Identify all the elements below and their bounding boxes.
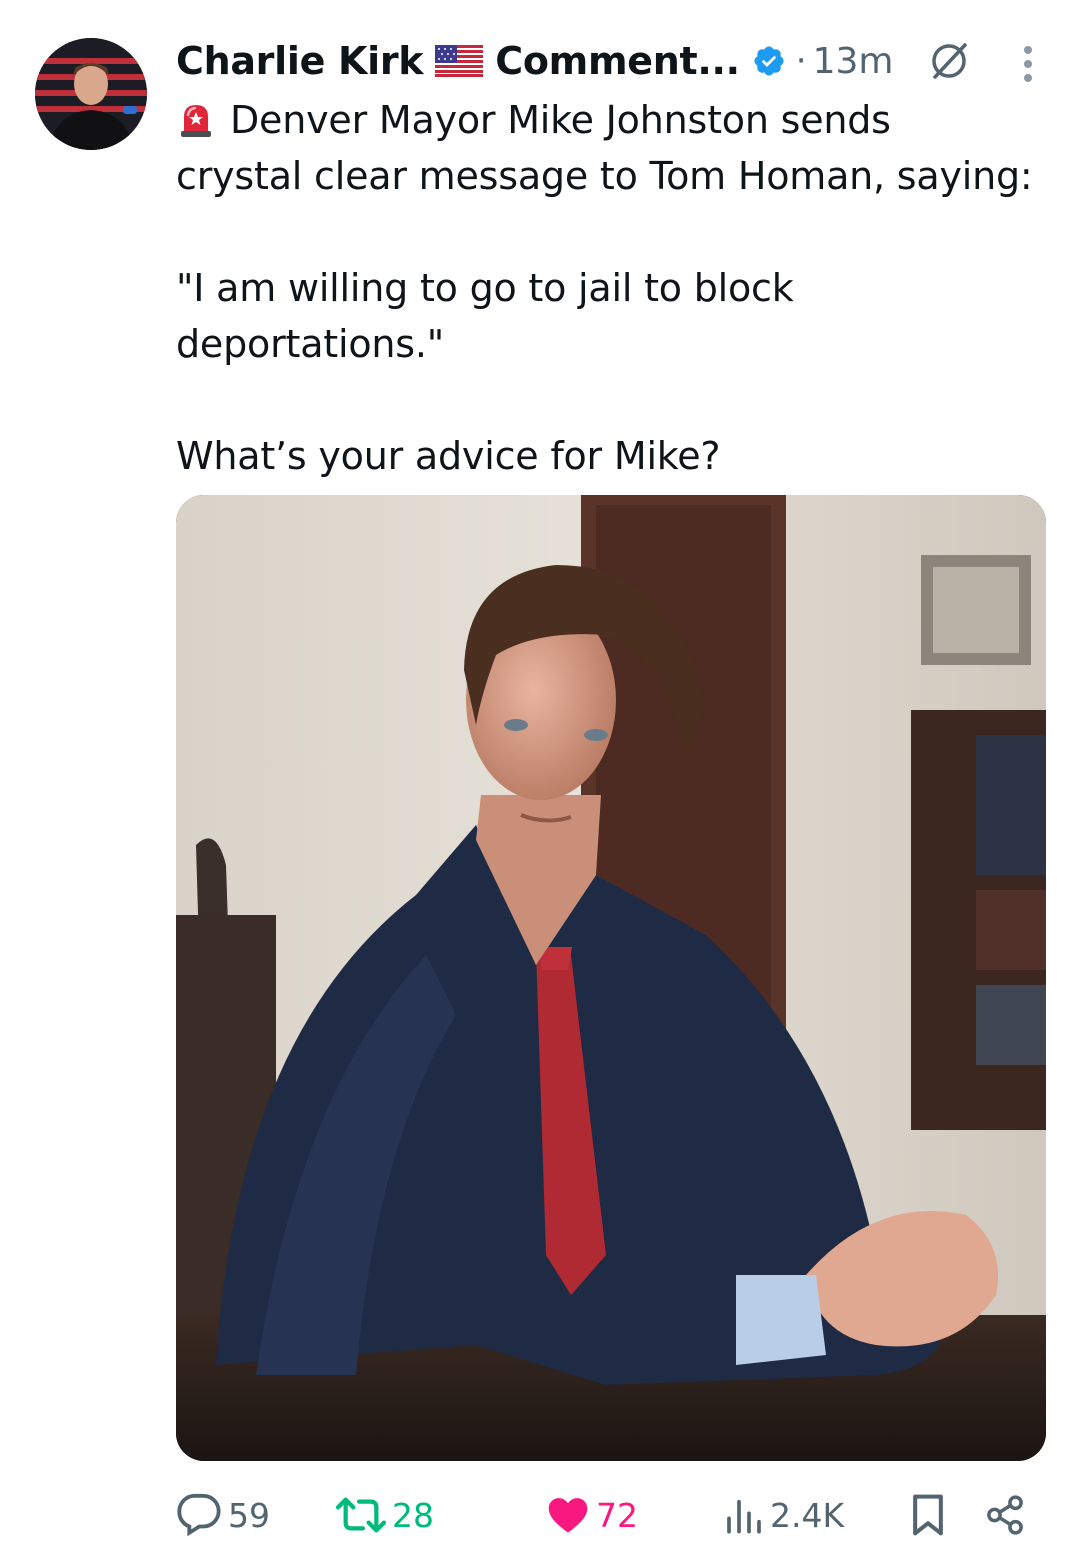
verified-badge-icon [752, 44, 786, 78]
view-count: 2.4K [770, 1495, 845, 1535]
share-button[interactable] [984, 1485, 1026, 1545]
views-icon [727, 1499, 761, 1534]
repost-button[interactable]: 28 [336, 1485, 434, 1545]
views-button[interactable]: 2.4K [724, 1485, 844, 1545]
bookmark-button[interactable] [908, 1485, 948, 1545]
heart-icon [548, 1498, 588, 1533]
us-flag-icon [435, 45, 484, 77]
post-text-line-2: crystal clear message to Tom Homan, sayi… [176, 154, 1033, 198]
separator-dot: · [795, 41, 807, 81]
reply-button[interactable]: 59 [176, 1485, 270, 1545]
repost-icon [336, 1497, 386, 1533]
post-quote-line-1: "I am willing to go to jail to block [176, 266, 794, 310]
reply-count: 59 [228, 1495, 270, 1535]
post-photo [176, 495, 1046, 1461]
author-avatar[interactable] [35, 38, 147, 150]
police-light-icon [176, 99, 216, 139]
share-icon [987, 1495, 1023, 1535]
like-count: 72 [596, 1495, 638, 1535]
post-quote-line-2: deportations." [176, 322, 445, 366]
avatar-image [35, 38, 147, 150]
post-header: Charlie Kirk Comment... · 13m [176, 30, 1056, 92]
post[interactable]: Charlie Kirk Comment... · 13m Denver May… [176, 30, 1056, 484]
author-name[interactable]: Charlie Kirk [176, 39, 424, 83]
repost-count: 28 [392, 1495, 434, 1535]
reply-icon [177, 1493, 221, 1537]
post-image[interactable] [176, 495, 1046, 1461]
post-text-line-1: Denver Mayor Mike Johnston sends [230, 98, 891, 142]
post-question: What’s your advice for Mike? [176, 434, 721, 478]
post-actions: 59 28 72 2.4K [176, 1485, 1036, 1545]
community-name[interactable]: Comment... [495, 39, 740, 83]
grok-icon[interactable] [927, 39, 971, 83]
like-button[interactable]: 72 [546, 1485, 638, 1545]
more-options-icon[interactable] [1022, 44, 1034, 84]
post-text: Denver Mayor Mike Johnston sends crystal… [176, 92, 1056, 484]
post-timestamp[interactable]: 13m [813, 41, 894, 82]
bookmark-icon [913, 1494, 943, 1536]
